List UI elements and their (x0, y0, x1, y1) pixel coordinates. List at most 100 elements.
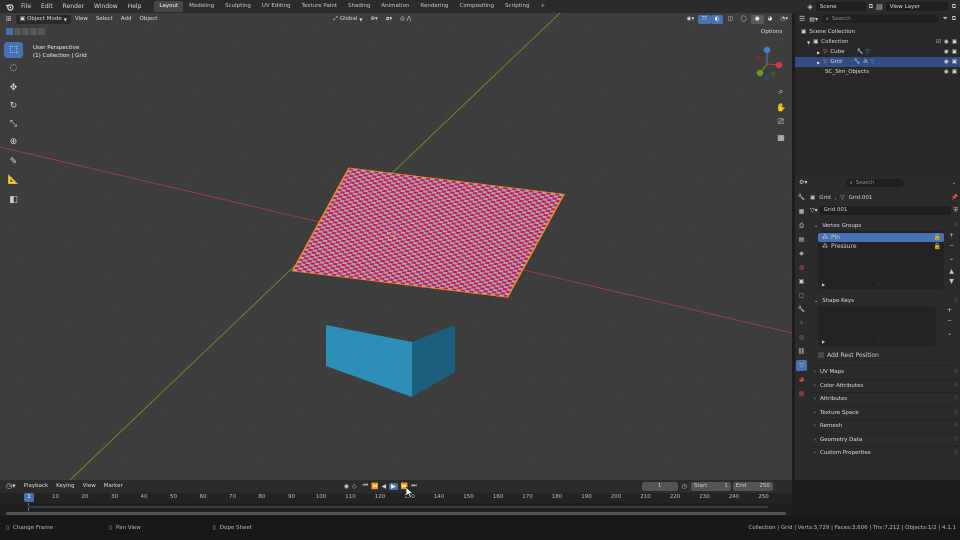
remesh-panel-header[interactable]: › Remesh ⠿ (810, 419, 958, 433)
eye-icon[interactable]: ◉ (944, 69, 949, 75)
rendered-shading-icon[interactable]: ◔▾ (776, 15, 792, 24)
outliner-row-grid[interactable]: ▶ ▽ Grid 🔧 ⁂ ▽ ◉ ▣ (795, 57, 960, 67)
outliner-row-collection[interactable]: ▼ ▣ Collection ☑ ◉ ▣ (795, 37, 960, 47)
outliner-editor-icon[interactable]: ☰ (799, 15, 805, 23)
camera-render-icon[interactable]: ▣ (952, 49, 957, 55)
menu-render[interactable]: Render (58, 0, 89, 13)
list-item[interactable]: ⁂ Pressure 🔓 (818, 242, 944, 251)
chevron-down-icon[interactable]: ▼ (807, 40, 810, 45)
view-layer-selector[interactable]: View Layer (885, 2, 948, 11)
filter-icon[interactable]: ⏷ (943, 15, 948, 23)
properties-search-field[interactable]: ⌕ Search (845, 178, 904, 187)
perspective-toggle-icon[interactable]: ▦ (775, 131, 787, 143)
clock-icon[interactable]: ◷ (682, 483, 687, 490)
options-dropdown[interactable]: Options (761, 29, 782, 35)
tab-modeling[interactable]: Modeling (184, 1, 219, 12)
modifier-tab-icon[interactable]: 🔧 (796, 304, 807, 315)
drag-handle-icon[interactable]: ⠿ (954, 383, 958, 389)
add-workspace-button[interactable]: + (535, 1, 550, 12)
list-resize-handle-icon[interactable]: ⠒ (878, 282, 881, 287)
xray-icon[interactable]: ◫ (723, 15, 736, 24)
shape-keys-panel-header[interactable]: ⌄ Shape Keys ⠿ (810, 295, 958, 306)
tab-shading[interactable]: Shading (343, 1, 375, 12)
world-tab-icon[interactable]: ◍ (796, 262, 807, 273)
view-layer-icon[interactable]: ▤ (876, 3, 883, 11)
drag-handle-icon[interactable]: ⠿ (954, 369, 958, 375)
measure-tool-icon[interactable]: 📐 (4, 172, 23, 188)
view-layer-tab-icon[interactable]: ▤ (796, 234, 807, 245)
tab-layout[interactable]: Layout (154, 1, 184, 12)
lock-icon[interactable]: 🔓 (934, 243, 941, 250)
rotate-tool-icon[interactable]: ↻ (4, 98, 23, 114)
output-tab-icon[interactable]: ⎙ (796, 220, 807, 231)
constraints-tab-icon[interactable]: ⛓ (796, 346, 807, 357)
menu-edit[interactable]: Edit (36, 0, 58, 13)
add-vertex-group-button[interactable]: + (947, 231, 956, 240)
add-shape-key-button[interactable]: + (945, 306, 954, 315)
material-shading-icon[interactable]: ◕ (764, 15, 777, 24)
pan-hand-icon[interactable]: ✋ (775, 101, 787, 113)
camera-render-icon[interactable]: ▣ (952, 39, 957, 45)
outliner-row-cube[interactable]: ▶ ▽ Cube 🔧 ▽ ◉ ▣ (795, 47, 960, 57)
start-frame-field[interactable]: Start 1 (690, 481, 731, 491)
frame-ruler[interactable]: 1 10 20 30 40 50 60 70 80 90 100 110 120… (0, 493, 792, 503)
drag-handle-icon[interactable]: ⠿ (954, 298, 958, 304)
drag-handle-icon[interactable]: ⠿ (954, 437, 958, 443)
list-expand-icon[interactable]: ▶ (822, 339, 825, 344)
drag-handle-icon[interactable]: ⠿ (954, 423, 958, 429)
transform-tool-icon[interactable]: ⊕ (4, 134, 23, 150)
object-mode-dropdown[interactable]: ▣ Object Mode ▼ (15, 14, 71, 24)
mesh-data-name-field[interactable]: Grid.001 (819, 206, 952, 215)
exclude-checkbox-icon[interactable]: ☑ (936, 39, 941, 45)
scene-copy-icon[interactable]: ⧉ (869, 3, 873, 11)
menu-object[interactable]: Object (136, 15, 162, 24)
transform-orientation-dropdown[interactable]: ⤢ Global ▼ (329, 15, 366, 24)
chevron-right-icon[interactable]: ▶ (817, 50, 820, 55)
custom-properties-panel-header[interactable]: › Custom Properties ⠿ (810, 446, 958, 460)
outliner-search-field[interactable]: ⌕ Search (821, 15, 939, 23)
play-reverse-icon[interactable]: ◀ (382, 483, 387, 490)
blender-logo-icon[interactable] (2, 0, 16, 13)
select-subtract-icon[interactable] (22, 28, 29, 35)
tab-rendering[interactable]: Rendering (415, 1, 453, 12)
chevron-down-icon[interactable]: ⌄ (952, 180, 956, 186)
physics-tab-icon[interactable]: ◎ (796, 332, 807, 343)
playhead[interactable]: 1 (24, 493, 34, 502)
shape-key-specials-icon[interactable]: ⌄ (945, 329, 954, 338)
tool-tab-icon[interactable]: 🔧 (796, 192, 807, 203)
camera-icon[interactable]: ⎚ (775, 116, 787, 128)
drag-handle-icon[interactable]: ⠿ (954, 223, 958, 229)
collection-tab-icon[interactable]: ▣ (796, 276, 807, 287)
move-down-icon[interactable]: ▼ (947, 277, 956, 286)
lock-icon[interactable]: 🔓 (934, 234, 941, 241)
wireframe-shading-icon[interactable]: ◯ (737, 15, 751, 24)
menu-select[interactable]: Select (92, 15, 117, 24)
tab-sculpting[interactable]: Sculpting (220, 1, 256, 12)
camera-render-icon[interactable]: ▣ (952, 69, 957, 75)
add-rest-position-checkbox[interactable] (818, 352, 824, 358)
current-frame-field[interactable]: 1 (641, 481, 678, 491)
tab-compositing[interactable]: Compositing (455, 1, 499, 12)
select-box-tool-icon[interactable]: ⬚ (4, 42, 23, 58)
list-expand-icon[interactable]: ▶ (822, 282, 825, 287)
eye-icon[interactable]: ◉ (944, 39, 949, 45)
select-intersect-icon[interactable] (38, 28, 45, 35)
menu-window[interactable]: Window (89, 0, 123, 13)
drag-handle-icon[interactable]: ⠿ (954, 450, 958, 456)
particles-tab-icon[interactable]: ⁘ (796, 318, 807, 329)
zoom-icon[interactable]: ⌕ (775, 86, 787, 98)
eye-icon[interactable]: ◉ (944, 59, 949, 65)
pin-icon[interactable]: 📌 (951, 195, 958, 201)
select-invert-icon[interactable] (30, 28, 37, 35)
tab-animation[interactable]: Animation (376, 1, 414, 12)
annotate-tool-icon[interactable]: ✎ (4, 154, 23, 170)
view-layer-copy-icon[interactable]: ⧉ (952, 3, 956, 11)
menu-view[interactable]: View (79, 482, 100, 491)
scene-tab-icon[interactable]: ◈ (796, 248, 807, 259)
remove-shape-key-button[interactable]: − (945, 316, 954, 325)
scene-icon[interactable]: ◈ (807, 3, 812, 11)
3d-viewport[interactable] (0, 13, 792, 480)
attributes-panel-header[interactable]: › Attributes ⠿ (810, 392, 958, 406)
timeline-track-area[interactable] (0, 503, 792, 516)
menu-file[interactable]: File (16, 0, 36, 13)
